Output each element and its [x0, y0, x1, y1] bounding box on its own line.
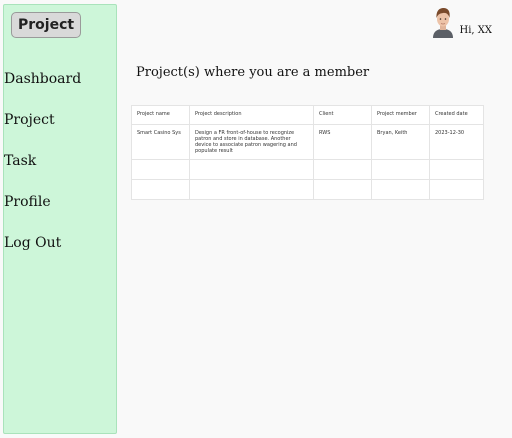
page-title: Project(s) where you are a member — [136, 65, 370, 80]
project-logo-button[interactable]: Project — [11, 12, 82, 38]
cell-created-date — [429, 159, 484, 180]
cell-project-member — [371, 179, 430, 200]
cell-client — [313, 159, 372, 180]
cell-project-name — [131, 159, 190, 180]
sidebar-item-logout[interactable]: Log Out — [4, 235, 81, 276]
cell-project-name: Smart Casino Sys — [131, 124, 190, 160]
sidebar-item-profile[interactable]: Profile — [4, 194, 81, 235]
sidebar-item-task[interactable]: Task — [4, 153, 81, 194]
avatar-image — [431, 6, 456, 38]
table-row[interactable] — [131, 159, 484, 180]
sidebar: Project Dashboard Project Task Profile L… — [3, 4, 117, 434]
cell-project-description: Design a FR front-of-house to recognize … — [189, 124, 314, 160]
user-greeting: Hi, XX — [459, 25, 492, 36]
column-header-created-date[interactable]: Created date — [429, 105, 484, 125]
cell-project-description — [189, 179, 314, 200]
page: Project Dashboard Project Task Profile L… — [0, 0, 512, 438]
sidebar-item-project[interactable]: Project — [4, 112, 81, 153]
cell-project-description — [189, 159, 314, 180]
avatar — [431, 6, 456, 38]
table-row[interactable]: Smart Casino Sys Design a FR front-of-ho… — [131, 124, 484, 160]
column-header-project-member[interactable]: Project member — [371, 105, 430, 125]
column-header-project-description[interactable]: Project description — [189, 105, 314, 125]
cell-project-member — [371, 159, 430, 180]
cell-project-name — [131, 179, 190, 200]
cell-created-date: 2023-12-30 — [429, 124, 484, 160]
column-header-project-name[interactable]: Project name — [131, 105, 190, 125]
cell-client — [313, 179, 372, 200]
cell-client: RWS — [313, 124, 372, 160]
table-header-row: Project name Project description Client … — [131, 105, 484, 125]
table-row[interactable] — [131, 179, 484, 200]
user-menu[interactable]: Hi, XX — [431, 6, 492, 38]
column-header-client[interactable]: Client — [313, 105, 372, 125]
sidebar-nav: Dashboard Project Task Profile Log Out — [4, 71, 81, 276]
cell-project-member: Bryan, Keith — [371, 124, 430, 160]
cell-created-date — [429, 179, 484, 200]
projects-table: Project name Project description Client … — [131, 105, 484, 200]
sidebar-item-dashboard[interactable]: Dashboard — [4, 71, 81, 112]
